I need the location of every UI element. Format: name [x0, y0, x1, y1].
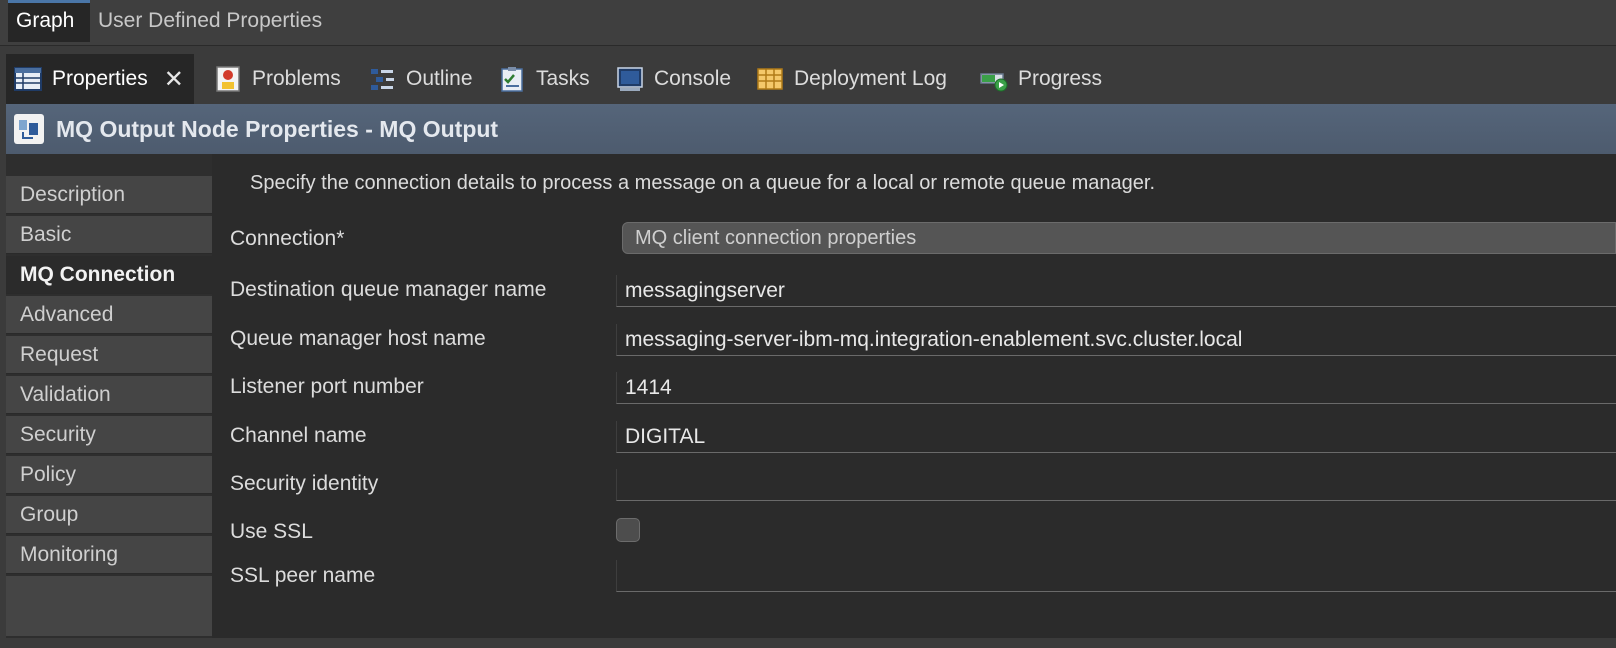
channel-name-label: Channel name: [230, 424, 367, 447]
queue-manager-host-label: Queue manager host name: [230, 327, 486, 350]
nav-item-monitoring[interactable]: Monitoring: [6, 536, 212, 574]
destination-queue-manager-label: Destination queue manager name: [230, 278, 547, 301]
view-tab-properties[interactable]: Properties ✕: [6, 54, 194, 104]
view-tab-label: Properties: [52, 67, 148, 90]
nav-item-validation[interactable]: Validation: [6, 376, 212, 414]
ssl-peer-name-field[interactable]: [616, 560, 1616, 592]
section-description: Specify the connection details to proces…: [250, 172, 1155, 194]
nav-item-group[interactable]: Group: [6, 496, 212, 534]
view-tab-label: Console: [654, 67, 732, 90]
properties-section-nav: Description Basic MQ Connection Advanced…: [6, 154, 212, 638]
connection-label: Connection*: [230, 227, 345, 250]
progress-icon: [980, 66, 1008, 92]
tasks-icon: [498, 66, 526, 92]
horizontal-scrollbar-track[interactable]: [0, 638, 1616, 648]
ssl-peer-name-label: SSL peer name: [230, 564, 376, 587]
channel-name-field[interactable]: DIGITAL: [616, 421, 1616, 453]
use-ssl-checkbox[interactable]: [616, 518, 640, 542]
security-identity-field[interactable]: [616, 469, 1616, 501]
nav-item-policy[interactable]: Policy: [6, 456, 212, 494]
nav-item-security[interactable]: Security: [6, 416, 212, 454]
view-tab-strip: Properties ✕ Problems Outline Tasks Cons…: [0, 54, 1616, 104]
nav-item-mq-connection[interactable]: MQ Connection: [6, 256, 212, 294]
outline-icon: [368, 66, 396, 92]
page-title: MQ Output Node Properties - MQ Output: [56, 115, 499, 142]
listener-port-field[interactable]: 1414: [616, 372, 1616, 404]
view-tab-label: Deployment Log: [794, 67, 947, 90]
nav-item-advanced[interactable]: Advanced: [6, 296, 212, 334]
view-tab-label: Outline: [406, 67, 473, 90]
nav-item-description[interactable]: Description: [6, 176, 212, 214]
tab-graph[interactable]: Graph: [8, 0, 90, 42]
close-icon[interactable]: ✕: [164, 65, 184, 94]
mq-connection-panel: Specify the connection details to proces…: [212, 154, 1616, 638]
view-tab-label: Tasks: [536, 67, 590, 90]
view-tab-problems[interactable]: Problems: [214, 54, 341, 104]
tab-user-defined-properties[interactable]: User Defined Properties: [90, 0, 330, 42]
nav-item-basic[interactable]: Basic: [6, 216, 212, 254]
console-icon: [616, 66, 644, 92]
view-tab-progress[interactable]: Progress: [980, 54, 1102, 104]
editor-tab-strip: Graph User Defined Properties: [0, 0, 1616, 46]
view-tab-console[interactable]: Console: [616, 54, 731, 104]
mq-output-node-icon: [14, 114, 44, 144]
view-tab-deployment-log[interactable]: Deployment Log: [756, 54, 947, 104]
view-tab-label: Problems: [252, 67, 341, 90]
properties-title-bar: MQ Output Node Properties - MQ Output: [6, 104, 1616, 154]
properties-table-icon: [14, 66, 42, 92]
nav-item-request[interactable]: Request: [6, 336, 212, 374]
deployment-log-icon: [756, 66, 784, 92]
destination-queue-manager-field[interactable]: messagingserver: [616, 275, 1616, 307]
view-tab-outline[interactable]: Outline: [368, 54, 473, 104]
listener-port-label: Listener port number: [230, 375, 424, 398]
view-tab-tasks[interactable]: Tasks: [498, 54, 590, 104]
connection-dropdown[interactable]: MQ client connection properties: [622, 222, 1616, 254]
queue-manager-host-field[interactable]: messaging-server-ibm-mq.integration-enab…: [616, 324, 1616, 356]
view-tab-label: Progress: [1018, 67, 1103, 90]
security-identity-label: Security identity: [230, 472, 379, 495]
use-ssl-label: Use SSL: [230, 520, 313, 543]
problems-icon: [214, 66, 242, 92]
